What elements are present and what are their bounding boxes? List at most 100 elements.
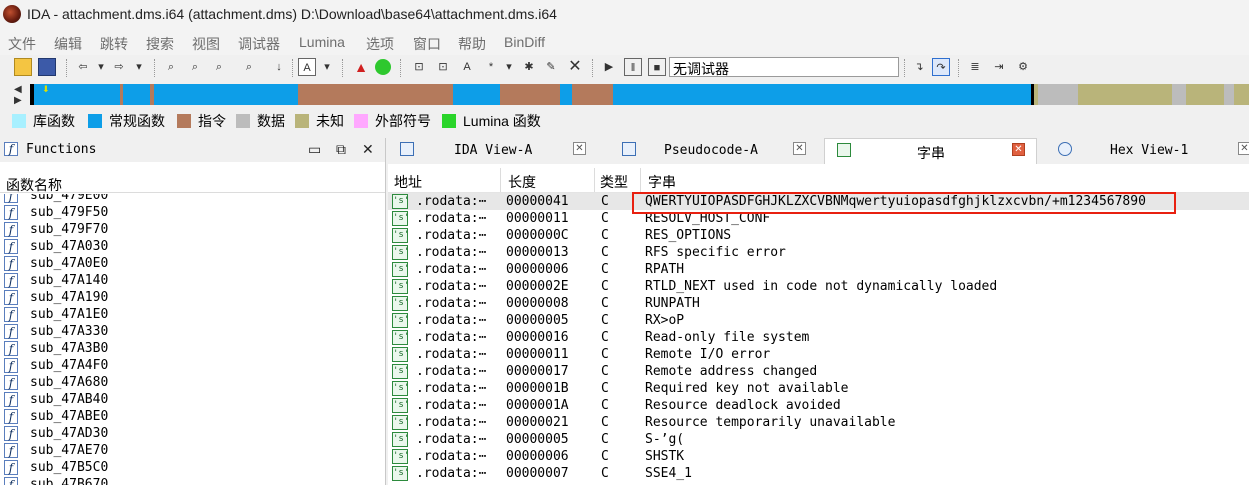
function-row[interactable]: f sub_47A3B0 <box>0 340 385 357</box>
function-row[interactable]: f sub_47A4F0 <box>0 357 385 374</box>
column-divider[interactable] <box>500 168 501 192</box>
make-data-icon[interactable]: ⊡ <box>434 58 452 76</box>
back-arrow-icon[interactable]: ⇦ <box>74 58 92 76</box>
string-row[interactable]: 's' .rodata:⋯ 0000001A C Resource deadlock a… <box>388 397 1249 414</box>
menu-options[interactable]: 选项 <box>366 34 394 54</box>
menu-help[interactable]: 帮助 <box>458 34 486 54</box>
string-row[interactable]: 's' .rodata:⋯ 00000011 C Remote I/O error <box>388 346 1249 363</box>
function-row[interactable]: f sub_47ABE0 <box>0 408 385 425</box>
menu-file[interactable]: 文件 <box>8 34 36 54</box>
tab-strings[interactable]: 字串 ✕ <box>824 138 1037 164</box>
function-row[interactable]: f sub_47A680 <box>0 374 385 391</box>
menu-debugger[interactable]: 调试器 <box>238 34 280 54</box>
string-row[interactable]: 's' .rodata:⋯ 0000002E C RTLD_NEXT used in c… <box>388 278 1249 295</box>
make-ascii-icon[interactable]: A <box>458 58 476 76</box>
function-row[interactable]: f sub_479E00 <box>0 194 385 204</box>
column-address[interactable]: 地址 <box>394 172 422 192</box>
string-row[interactable]: 's' .rodata:⋯ 0000000C C RES_OPTIONS <box>388 227 1249 244</box>
string-row[interactable]: 's' .rodata:⋯ 00000016 C Read-only file syst… <box>388 329 1249 346</box>
chevron-down-icon[interactable]: ▾ <box>130 58 148 76</box>
function-row[interactable]: f sub_47A030 <box>0 238 385 255</box>
column-length[interactable]: 长度 <box>508 172 536 192</box>
function-row[interactable]: f sub_47A140 <box>0 272 385 289</box>
font-text-icon[interactable]: A <box>298 58 316 76</box>
tab-ida-view-a[interactable]: IDA View-A ✕ <box>388 138 602 163</box>
forward-arrow-icon[interactable]: ⇨ <box>110 58 128 76</box>
function-row[interactable]: f sub_47AB40 <box>0 391 385 408</box>
debugger-options-icon[interactable]: ⚙ <box>1014 58 1032 76</box>
chevron-down-icon[interactable]: ▾ <box>500 58 518 76</box>
save-icon[interactable] <box>38 58 56 76</box>
scroll-right-arrow-icon[interactable]: ▶ <box>14 95 22 106</box>
string-row[interactable]: 's' .rodata:⋯ 00000017 C Remote address chan… <box>388 363 1249 380</box>
function-row[interactable]: f sub_47A190 <box>0 289 385 306</box>
undefine-icon[interactable]: ✱ <box>520 58 538 76</box>
close-x-icon[interactable]: ✕ <box>566 58 584 76</box>
string-row[interactable]: 's' .rodata:⋯ 00000005 C RX>oP <box>388 312 1249 329</box>
make-function-icon[interactable]: ✎ <box>542 58 560 76</box>
menu-lumina[interactable]: Lumina <box>299 34 345 50</box>
close-icon[interactable]: ✕ <box>1238 142 1249 155</box>
scroll-left-arrow-icon[interactable]: ◀ <box>14 84 22 95</box>
menu-window[interactable]: 窗口 <box>413 34 441 54</box>
functions-list[interactable]: f sub_479E00 f sub_479F50 f sub_479F70 f sub… <box>0 194 385 485</box>
step-over-icon[interactable]: ↷ <box>932 58 950 76</box>
menu-bindiff[interactable]: BinDiff <box>504 34 545 50</box>
play-icon[interactable]: ▶ <box>600 58 618 76</box>
run-to-cursor-icon[interactable]: ⇥ <box>990 58 1008 76</box>
function-row[interactable]: f sub_47B5C0 <box>0 459 385 476</box>
string-row[interactable]: 's' .rodata:⋯ 0000001B C Required key not av… <box>388 380 1249 397</box>
function-row[interactable]: f sub_47A1E0 <box>0 306 385 323</box>
binoculars-imm-icon[interactable]: ⌕ <box>210 58 228 76</box>
close-icon[interactable]: ✕ <box>362 141 374 158</box>
function-row[interactable]: f sub_47A0E0 <box>0 255 385 272</box>
function-row[interactable]: f sub_479F50 <box>0 204 385 221</box>
make-code-icon[interactable]: ⊡ <box>410 58 428 76</box>
binoculars-text-icon[interactable]: ⌕ <box>162 58 180 76</box>
maximize-icon[interactable]: ▭ <box>308 141 321 158</box>
warning-triangle-icon[interactable]: ▲ <box>352 58 370 76</box>
string-row[interactable]: 's' .rodata:⋯ 00000008 C RUNPATH <box>388 295 1249 312</box>
column-string[interactable]: 字串 <box>648 172 676 192</box>
menu-edit[interactable]: 编辑 <box>54 34 82 54</box>
string-row[interactable]: 's' .rodata:⋯ 00000013 C RFS specific error <box>388 244 1249 261</box>
string-row[interactable]: 's' .rodata:⋯ 00000006 C RPATH <box>388 261 1249 278</box>
column-divider[interactable] <box>594 168 595 192</box>
function-row[interactable]: f sub_479F70 <box>0 221 385 238</box>
close-icon[interactable]: ✕ <box>573 142 586 155</box>
string-row[interactable]: 's' .rodata:⋯ 00000005 C S-’g( <box>388 431 1249 448</box>
function-row[interactable]: f sub_47A330 <box>0 323 385 340</box>
functions-column-header[interactable]: 函数名称 <box>0 172 385 193</box>
debugger-select[interactable]: 无调试器 ⌄ <box>669 57 899 77</box>
make-array-icon[interactable]: * <box>482 58 500 76</box>
jump-down-arrow-icon[interactable]: ↓ <box>270 58 288 76</box>
menu-view[interactable]: 视图 <box>192 34 220 54</box>
float-icon[interactable]: ⧉ <box>336 141 346 158</box>
step-into-icon[interactable]: ↴ <box>910 58 928 76</box>
string-row[interactable]: 's' .rodata:⋯ 00000021 C Resource temporaril… <box>388 414 1249 431</box>
function-row[interactable]: f sub_47B670 <box>0 476 385 485</box>
green-circle-icon[interactable] <box>375 59 391 75</box>
open-file-icon[interactable] <box>14 58 32 76</box>
string-row[interactable]: 's' .rodata:⋯ 00000007 C SSE4_1 <box>388 465 1249 482</box>
binoculars-hex-icon[interactable]: ⌕ <box>186 58 204 76</box>
string-type: C <box>601 279 609 294</box>
chevron-down-icon[interactable]: ▾ <box>92 58 110 76</box>
column-divider[interactable] <box>640 168 641 192</box>
tab-pseudocode-a[interactable]: Pseudocode-A ✕ <box>610 138 824 163</box>
tab-hex-view-1[interactable]: Hex View-1 ✕ <box>1046 138 1249 163</box>
navigation-strip[interactable]: ⬇ <box>30 84 1249 105</box>
column-type[interactable]: 类型 <box>600 172 628 192</box>
breakpoint-list-icon[interactable]: ≣ <box>966 58 984 76</box>
stop-icon[interactable]: ■ <box>648 58 666 76</box>
close-icon[interactable]: ✕ <box>793 142 806 155</box>
string-row[interactable]: 's' .rodata:⋯ 00000006 C SHSTK <box>388 448 1249 465</box>
search-next-icon[interactable]: ⌕ <box>240 58 258 76</box>
menu-jump[interactable]: 跳转 <box>100 34 128 54</box>
function-row[interactable]: f sub_47AE70 <box>0 442 385 459</box>
pause-icon[interactable]: ‖ <box>624 58 642 76</box>
close-icon[interactable]: ✕ <box>1012 143 1025 156</box>
menu-search[interactable]: 搜索 <box>146 34 174 54</box>
chevron-down-icon[interactable]: ▾ <box>318 58 336 76</box>
function-row[interactable]: f sub_47AD30 <box>0 425 385 442</box>
